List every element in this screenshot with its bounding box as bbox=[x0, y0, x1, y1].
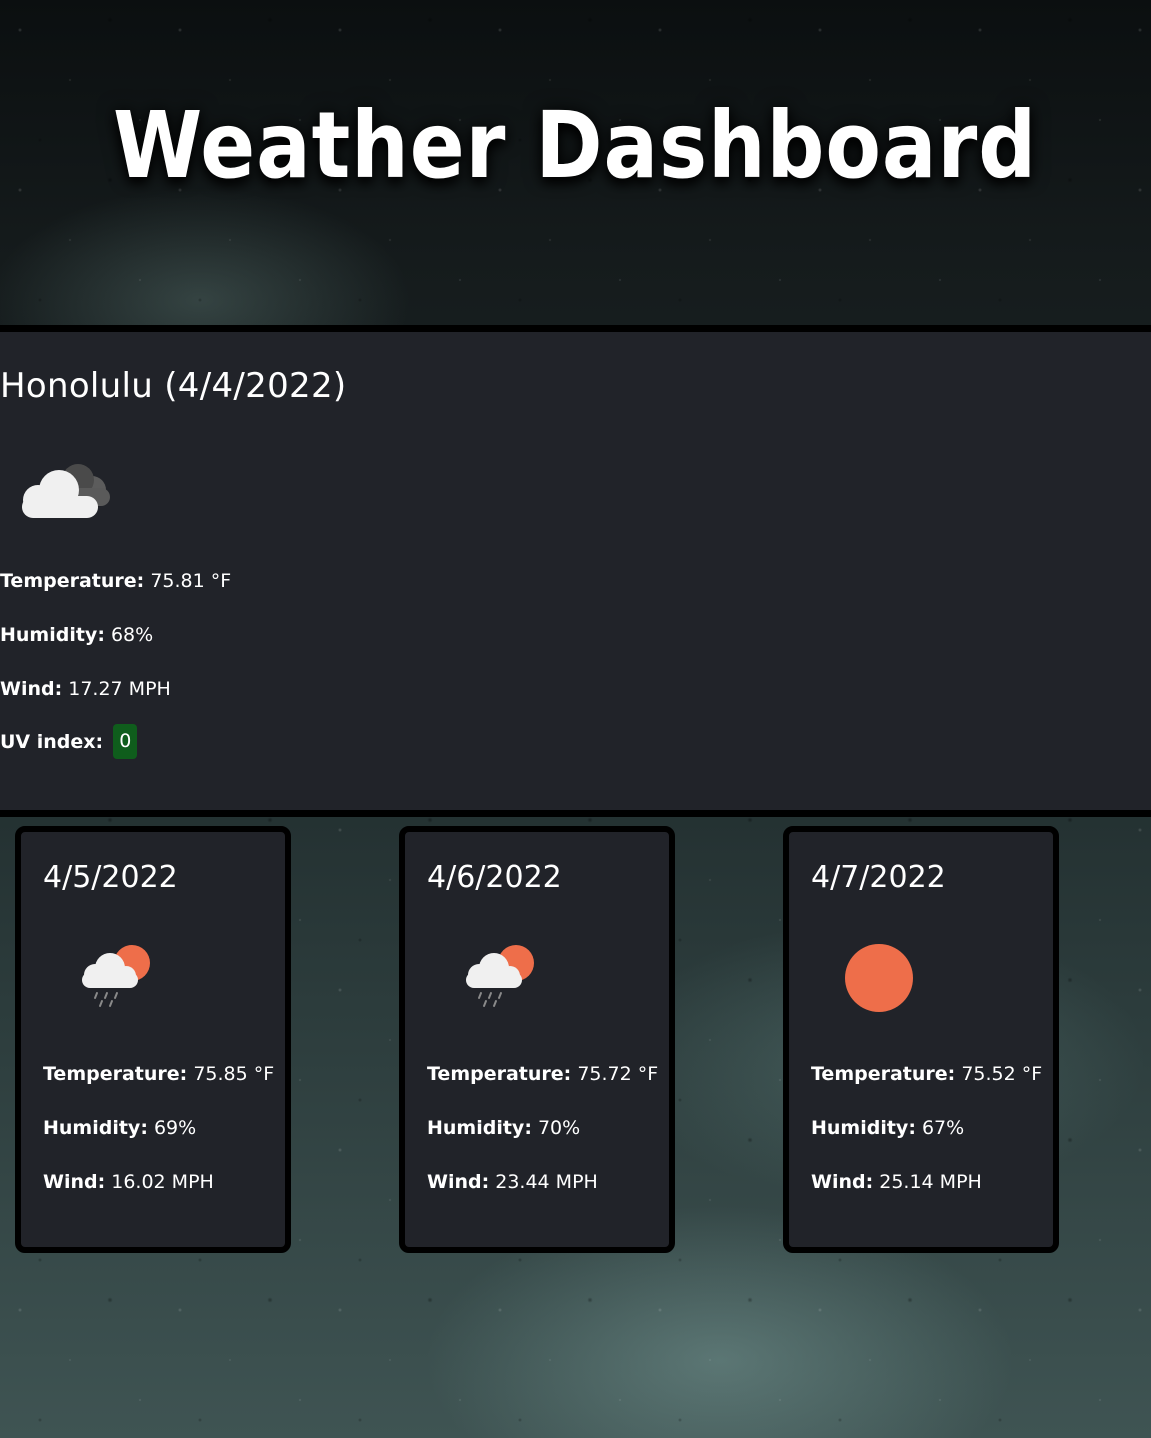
current-temperature: Temperature: 75.81 °F bbox=[0, 570, 231, 592]
forecast-humidity: Humidity: 69% bbox=[43, 1117, 196, 1139]
uv-label: UV index: bbox=[0, 731, 104, 753]
uv-badge: 0 bbox=[113, 724, 138, 759]
current-humidity: Humidity: 68% bbox=[0, 624, 153, 646]
temperature-label: Temperature: bbox=[43, 1063, 188, 1085]
current-uv: UV index: 0 bbox=[0, 724, 138, 760]
humidity-label: Humidity: bbox=[43, 1117, 148, 1139]
temperature-label: Temperature: bbox=[427, 1063, 572, 1085]
humidity-label: Humidity: bbox=[811, 1117, 916, 1139]
wind-label: Wind: bbox=[427, 1171, 490, 1193]
forecast-wind: Wind: 25.14 MPH bbox=[811, 1171, 982, 1193]
temperature-value: 75.81 °F bbox=[150, 570, 232, 592]
forecast-temperature: Temperature: 75.72 °F bbox=[427, 1063, 658, 1085]
forecast-date: 4/5/2022 bbox=[43, 860, 178, 895]
clear-sun-icon bbox=[845, 944, 913, 1012]
sun-rain-cloud-icon bbox=[466, 945, 534, 1007]
wind-label: Wind: bbox=[811, 1171, 874, 1193]
broken-clouds-icon bbox=[22, 464, 110, 518]
forecast-wind: Wind: 16.02 MPH bbox=[43, 1171, 214, 1193]
humidity-value: 69% bbox=[153, 1117, 197, 1139]
humidity-value: 70% bbox=[537, 1117, 581, 1139]
wind-value: 23.44 MPH bbox=[495, 1171, 598, 1193]
wind-value: 17.27 MPH bbox=[68, 678, 171, 700]
forecast-temperature: Temperature: 75.85 °F bbox=[43, 1063, 274, 1085]
humidity-label: Humidity: bbox=[427, 1117, 532, 1139]
sun-rain-cloud-icon bbox=[82, 945, 150, 1007]
page-title: Weather Dashboard bbox=[113, 91, 1038, 199]
humidity-value: 68% bbox=[110, 624, 154, 646]
page-header: Weather Dashboard bbox=[0, 0, 1151, 326]
temperature-value: 75.52 °F bbox=[961, 1063, 1043, 1085]
forecast-card: 4/7/2022 Temperature: 75.52 °F Humidity:… bbox=[783, 826, 1059, 1253]
forecast-humidity: Humidity: 67% bbox=[811, 1117, 964, 1139]
current-wind: Wind: 17.27 MPH bbox=[0, 678, 171, 700]
forecast-date: 4/7/2022 bbox=[811, 860, 946, 895]
forecast-wind: Wind: 23.44 MPH bbox=[427, 1171, 598, 1193]
wind-label: Wind: bbox=[43, 1171, 106, 1193]
forecast-humidity: Humidity: 70% bbox=[427, 1117, 580, 1139]
current-city-title: Honolulu (4/4/2022) bbox=[0, 366, 347, 406]
current-weather-panel: Honolulu (4/4/2022) Temperature: 75.81 °… bbox=[0, 325, 1151, 817]
temperature-value: 75.85 °F bbox=[193, 1063, 275, 1085]
temperature-value: 75.72 °F bbox=[577, 1063, 659, 1085]
forecast-card: 4/6/2022 Temperature: 75.72 °F Humidity:… bbox=[399, 826, 675, 1253]
wind-label: Wind: bbox=[0, 678, 63, 700]
forecast-temperature: Temperature: 75.52 °F bbox=[811, 1063, 1042, 1085]
forecast-card: 4/5/2022 Temperature: 75.85 °F Humidity:… bbox=[15, 826, 291, 1253]
wind-value: 16.02 MPH bbox=[111, 1171, 214, 1193]
humidity-label: Humidity: bbox=[0, 624, 105, 646]
humidity-value: 67% bbox=[921, 1117, 965, 1139]
wind-value: 25.14 MPH bbox=[879, 1171, 982, 1193]
forecast-date: 4/6/2022 bbox=[427, 860, 562, 895]
temperature-label: Temperature: bbox=[0, 570, 145, 592]
temperature-label: Temperature: bbox=[811, 1063, 956, 1085]
